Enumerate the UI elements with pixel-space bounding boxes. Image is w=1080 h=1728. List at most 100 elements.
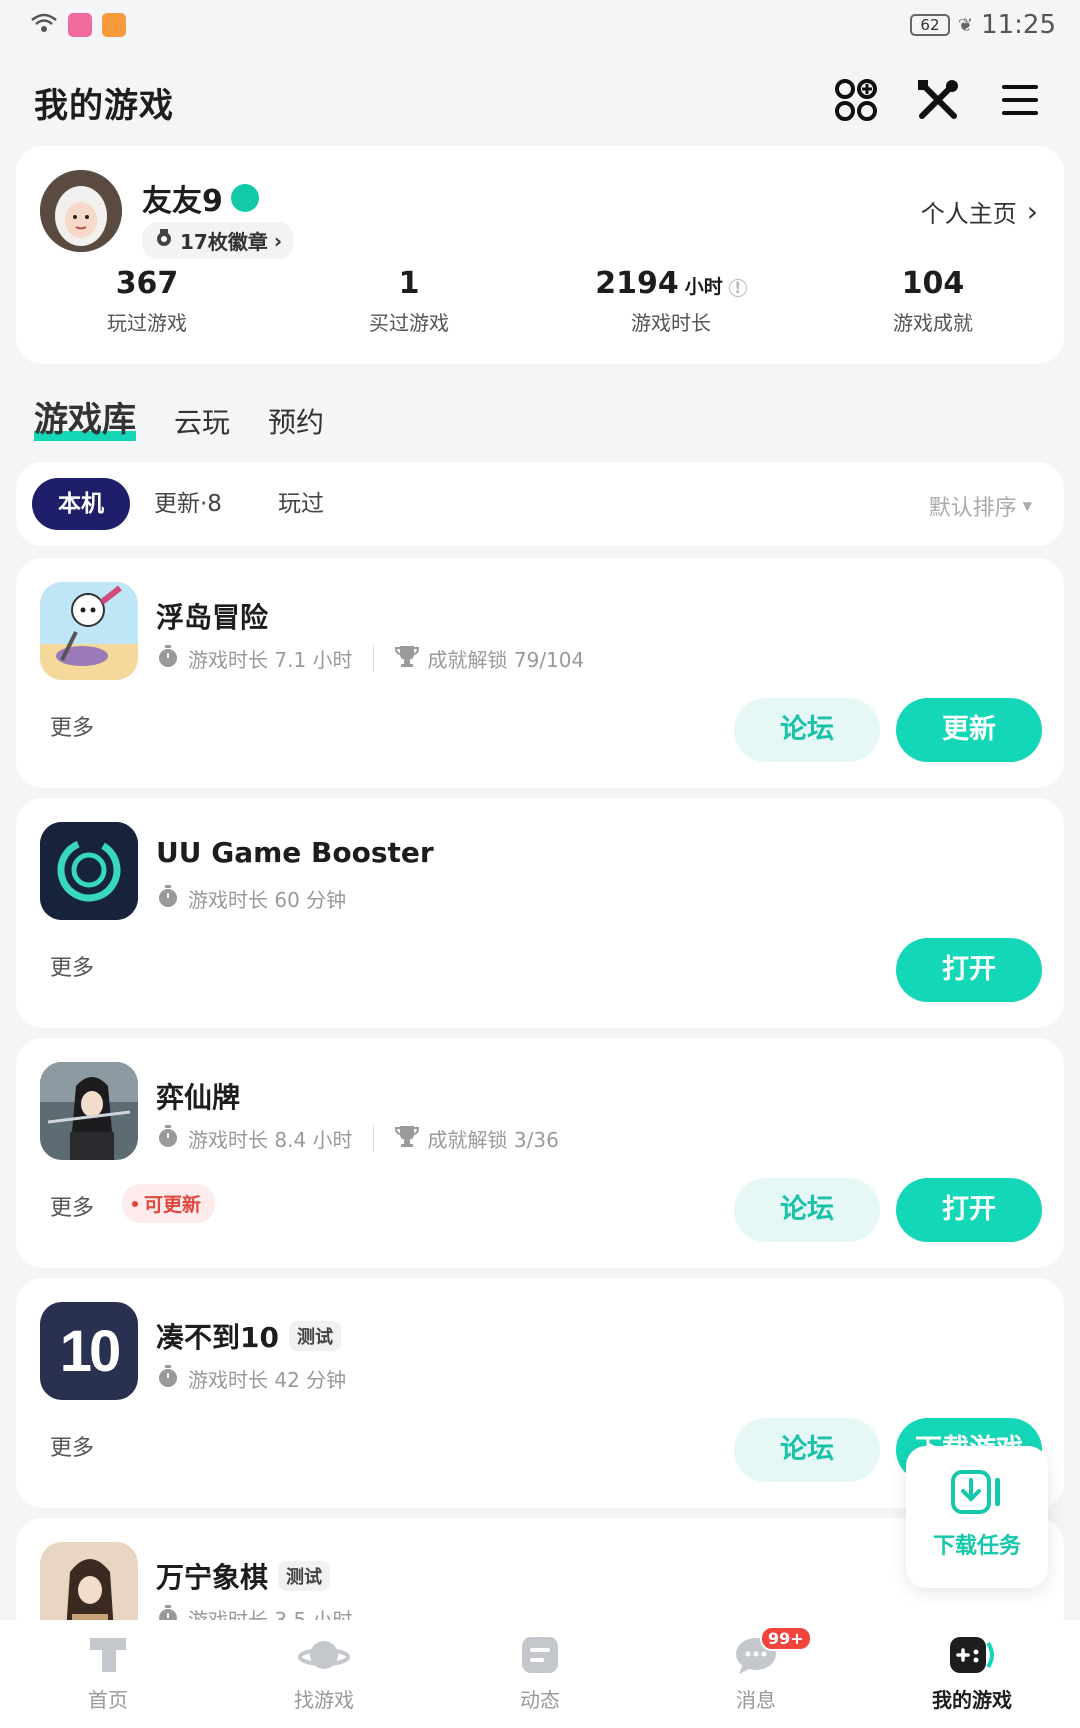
game-title[interactable]: 弈仙牌: [156, 1076, 240, 1116]
gamepad-icon: [864, 1630, 1080, 1680]
stat-achievements[interactable]: 104 游戏成就: [802, 266, 1064, 336]
apps-grid-icon[interactable]: [830, 74, 882, 126]
updatable-badge-text: 可更新: [144, 1194, 202, 1216]
game-icon-text: 10: [59, 1318, 121, 1384]
game-title[interactable]: UU Game Booster: [156, 836, 434, 869]
game-meta: 游戏时长 60 分钟: [156, 884, 346, 913]
game-icon[interactable]: [40, 582, 138, 680]
game-title[interactable]: 万宁象棋 测试: [156, 1556, 331, 1596]
open-button[interactable]: 打开: [896, 938, 1042, 1002]
filter-chip-local[interactable]: 本机: [32, 478, 130, 530]
playtime-text: 游戏时长 42 分钟: [188, 1368, 347, 1392]
download-tasks-label: 下载任务: [932, 1534, 1021, 1559]
nav-label: 找游戏: [294, 1688, 354, 1712]
library-tabs: 游戏库 云玩 预约: [34, 392, 324, 441]
game-icon[interactable]: 10: [40, 1302, 138, 1400]
wifi-icon: [30, 12, 58, 38]
game-title[interactable]: 浮岛冒险: [156, 596, 268, 636]
stat-label: 游戏成就: [893, 311, 973, 335]
playtime-text: 游戏时长 8.4 小时: [188, 1128, 353, 1152]
download-icon: [906, 1446, 1048, 1518]
divider: [372, 645, 374, 672]
home-icon: [0, 1630, 216, 1680]
achievement-text: 成就解锁 3/36: [427, 1128, 559, 1152]
tab-cloud-play[interactable]: 云玩: [174, 401, 230, 441]
beta-tag: 测试: [288, 1321, 341, 1351]
menu-icon[interactable]: [994, 74, 1046, 126]
game-title-text: 凑不到10: [156, 1321, 279, 1354]
tab-reservations[interactable]: 预约: [268, 401, 324, 441]
nav-home[interactable]: 首页: [0, 1620, 216, 1728]
open-button[interactable]: 打开: [896, 1178, 1042, 1242]
game-card[interactable]: 弈仙牌 游戏时长 8.4 小时 成就解锁 3/36 更多 可更新 论坛 打开: [16, 1038, 1064, 1268]
more-button[interactable]: 更多: [50, 710, 94, 742]
nav-my-games[interactable]: 我的游戏: [864, 1620, 1080, 1728]
more-button[interactable]: 更多: [50, 1430, 94, 1462]
filter-chip-played[interactable]: 玩过: [278, 478, 324, 530]
forum-button[interactable]: 论坛: [734, 698, 880, 762]
more-button[interactable]: 更多: [50, 1190, 94, 1222]
feed-icon: [432, 1630, 648, 1680]
stopwatch-icon: [156, 1124, 180, 1153]
sort-dropdown[interactable]: 默认排序 ▼: [929, 490, 1032, 522]
profile-card: 友友9 17枚徽章 › 个人主页 › 367 玩过游戏 1 买过游戏 2194 小…: [16, 146, 1064, 364]
game-card[interactable]: 浮岛冒险 游戏时长 7.1 小时 成就解锁 79/104 更多 论坛 更新: [16, 558, 1064, 788]
sort-label: 默认排序: [928, 496, 1017, 521]
stopwatch-icon: [156, 1364, 180, 1393]
badge-count-pill[interactable]: 17枚徽章 ›: [142, 222, 295, 259]
homepage-link[interactable]: 个人主页 ›: [921, 194, 1038, 229]
forum-button[interactable]: 论坛: [734, 1418, 880, 1482]
unread-badge: 99+: [760, 1626, 812, 1651]
nav-label: 消息: [736, 1688, 776, 1712]
planet-icon: [216, 1630, 432, 1680]
info-icon[interactable]: !: [728, 279, 747, 297]
trophy-icon: [394, 644, 420, 673]
tools-icon[interactable]: [912, 74, 964, 126]
nav-label: 首页: [88, 1688, 128, 1712]
stat-bought-games[interactable]: 1 买过游戏: [278, 266, 540, 336]
caret-down-icon: ▼: [1022, 499, 1032, 513]
game-icon[interactable]: [40, 1062, 138, 1160]
nav-discover[interactable]: 找游戏: [216, 1620, 432, 1728]
status-bar: 62 ❦ 11:25: [0, 0, 1080, 50]
stat-value: 2194: [595, 266, 679, 301]
profile-stats: 367 玩过游戏 1 买过游戏 2194 小时! 游戏时长 104 游戏成就: [16, 266, 1064, 336]
update-button[interactable]: 更新: [896, 698, 1042, 762]
trophy-icon: [394, 1124, 420, 1153]
clock: 11:25: [981, 10, 1056, 40]
bottom-nav: 首页 找游戏 动态 99+ 消息 我的游戏: [0, 1620, 1080, 1728]
playtime-text: 游戏时长 7.1 小时: [188, 648, 353, 672]
message-icon: 99+: [648, 1626, 864, 1680]
battery-icon: 62: [909, 14, 950, 36]
homepage-link-text: 个人主页: [920, 200, 1017, 228]
filter-chip-updates[interactable]: 更新·8: [154, 478, 222, 530]
vip-badge-icon: [230, 184, 259, 212]
stat-value: 1: [398, 266, 420, 301]
page-title: 我的游戏: [34, 86, 174, 126]
stat-label: 买过游戏: [369, 311, 449, 335]
stat-label: 玩过游戏: [107, 311, 187, 335]
stat-unit: 小时: [684, 276, 723, 298]
more-button[interactable]: 更多: [50, 950, 94, 982]
nav-messages[interactable]: 99+ 消息: [648, 1620, 864, 1728]
game-title-text: 万宁象棋: [156, 1561, 269, 1594]
forum-button[interactable]: 论坛: [734, 1178, 880, 1242]
user-name[interactable]: 友友9: [142, 176, 259, 220]
game-title-text: UU Game Booster: [156, 836, 434, 869]
stat-played-games[interactable]: 367 玩过游戏: [16, 266, 278, 336]
download-tasks-button[interactable]: 下载任务: [906, 1446, 1048, 1588]
avatar[interactable]: [40, 170, 122, 252]
playtime-text: 游戏时长 60 分钟: [188, 888, 347, 912]
nav-feed[interactable]: 动态: [432, 1620, 648, 1728]
user-name-text: 友友9: [142, 184, 223, 219]
app-notification-icon: [68, 13, 92, 37]
stat-playtime[interactable]: 2194 小时! 游戏时长: [540, 266, 802, 336]
game-notification-icon: [102, 13, 126, 37]
game-card[interactable]: UU Game Booster 游戏时长 60 分钟 更多 打开: [16, 798, 1064, 1028]
game-icon[interactable]: [40, 822, 138, 920]
stopwatch-icon: [156, 644, 180, 673]
chevron-right-icon: ›: [273, 228, 283, 253]
divider: [372, 1125, 374, 1152]
tab-game-library[interactable]: 游戏库: [34, 392, 136, 441]
game-title[interactable]: 凑不到10 测试: [156, 1316, 341, 1356]
